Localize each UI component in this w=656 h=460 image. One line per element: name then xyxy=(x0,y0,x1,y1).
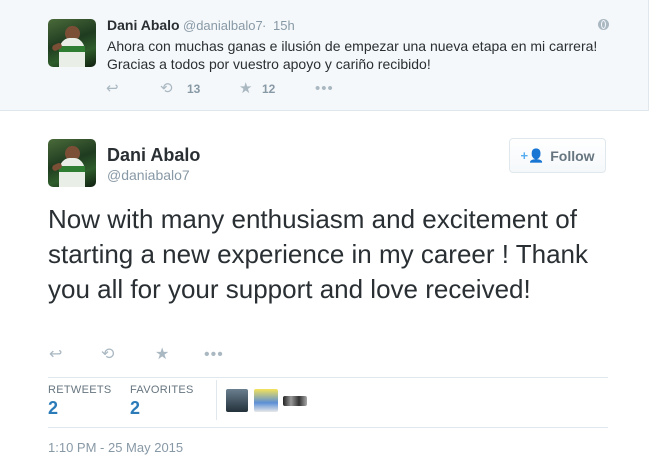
main-tweet-text: Now with many enthusiasm and excitement … xyxy=(48,204,589,304)
retweet-icon[interactable]: ⟲ xyxy=(101,346,114,364)
reply-icon[interactable]: ↩ xyxy=(106,80,119,98)
retweet-icon[interactable]: ⟲ xyxy=(160,80,173,98)
globe-icon xyxy=(598,19,609,30)
follow-button[interactable]: +👤 Follow xyxy=(509,138,606,173)
retweets-value[interactable]: 2 xyxy=(48,398,58,419)
parent-separator: · xyxy=(262,18,267,33)
stats-divider-bottom xyxy=(48,427,608,428)
parent-timestamp[interactable]: 15h xyxy=(273,18,295,33)
more-icon[interactable]: ••• xyxy=(315,80,334,98)
parent-tweet-text: Ahora con muchas ganas e ilusión de empe… xyxy=(107,38,598,72)
follow-button-label: Follow xyxy=(550,147,595,164)
parent-actions: ↩ ⟲ 13 ★ 12 ••• xyxy=(0,80,400,98)
main-author-handle[interactable]: @daniabalo7 xyxy=(107,167,190,183)
main-author-name[interactable]: Dani Abalo xyxy=(107,145,200,166)
reply-icon[interactable]: ↩ xyxy=(49,346,62,364)
parent-avatar[interactable] xyxy=(48,19,96,67)
retweets-label: RETWEETS xyxy=(48,384,112,396)
parent-author-name[interactable]: Dani Abalo xyxy=(107,17,180,33)
favorites-label: FAVORITES xyxy=(130,384,194,396)
parent-tweet[interactable]: Dani Abalo @danialbalo7 · 15h Ahora con … xyxy=(0,0,649,111)
add-user-icon: +👤 xyxy=(520,147,545,163)
star-icon[interactable]: ★ xyxy=(155,346,169,364)
main-actions: ↩ ⟲ ★ ••• xyxy=(0,346,400,366)
parent-retweet-count[interactable]: 13 xyxy=(187,80,200,98)
favorites-value[interactable]: 2 xyxy=(130,398,140,419)
stats-separator xyxy=(216,380,217,420)
star-icon[interactable]: ★ xyxy=(239,80,252,98)
stats-divider-top xyxy=(48,377,608,378)
main-avatar[interactable] xyxy=(48,139,96,187)
favoriter-avatar[interactable] xyxy=(283,396,307,406)
parent-author-handle[interactable]: @danialbalo7 xyxy=(183,18,263,33)
tweet-timestamp: 1:10 PM - 25 May 2015 xyxy=(48,440,184,455)
parent-favorite-count[interactable]: 12 xyxy=(262,80,275,98)
favoriter-avatar[interactable] xyxy=(226,389,248,412)
more-icon[interactable]: ••• xyxy=(204,346,224,364)
favoriter-avatar[interactable] xyxy=(254,389,278,412)
